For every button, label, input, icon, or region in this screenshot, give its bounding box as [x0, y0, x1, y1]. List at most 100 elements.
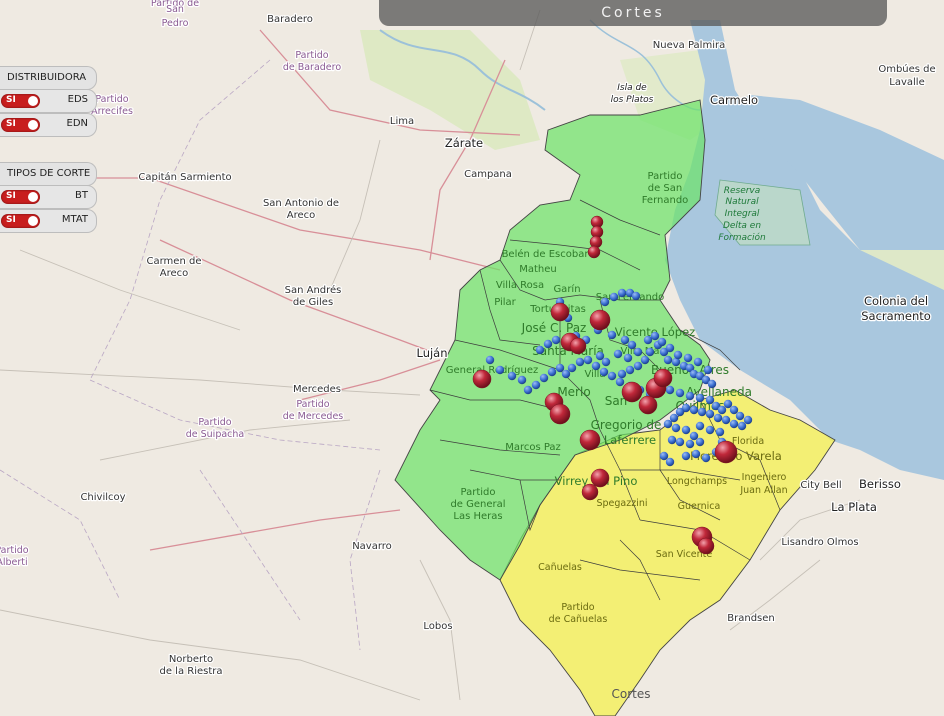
bt-cut-marker[interactable]	[617, 369, 627, 379]
bt-cut-marker[interactable]	[721, 415, 731, 425]
toggle-mtat[interactable]: SI	[1, 214, 40, 228]
bt-cut-marker[interactable]	[600, 297, 610, 307]
bt-cut-marker[interactable]	[689, 405, 699, 415]
bt-cut-marker[interactable]	[715, 427, 725, 437]
bt-cut-marker[interactable]	[547, 367, 557, 377]
bt-cut-marker[interactable]	[683, 353, 693, 363]
bt-cut-marker[interactable]	[561, 369, 571, 379]
filter-row-mtat[interactable]: SI MTAT	[0, 209, 97, 233]
bt-cut-marker[interactable]	[613, 349, 623, 359]
bt-cut-marker[interactable]	[705, 425, 715, 435]
bt-cut-marker[interactable]	[595, 351, 605, 361]
bt-cut-marker[interactable]	[697, 407, 707, 417]
bt-cut-marker[interactable]	[743, 415, 753, 425]
bt-cut-marker[interactable]	[543, 339, 553, 349]
bt-cut-marker[interactable]	[685, 439, 695, 449]
bt-cut-marker[interactable]	[601, 357, 611, 367]
bt-cut-marker[interactable]	[485, 355, 495, 365]
mtat-cut-marker[interactable]	[549, 403, 571, 425]
bt-cut-marker[interactable]	[631, 291, 641, 301]
bt-cut-marker[interactable]	[599, 367, 609, 377]
title-bar[interactable]: Cortes	[379, 0, 887, 26]
toggle-eds[interactable]: SI	[1, 94, 40, 108]
bt-cut-marker[interactable]	[703, 365, 713, 375]
bt-cut-marker[interactable]	[685, 391, 695, 401]
bt-cut-marker[interactable]	[495, 365, 505, 375]
bt-cut-marker[interactable]	[693, 357, 703, 367]
bt-cut-marker[interactable]	[695, 437, 705, 447]
mtat-cut-marker[interactable]	[581, 483, 599, 501]
mtat-cut-marker[interactable]	[472, 369, 492, 389]
mtat-cut-marker[interactable]	[621, 381, 643, 403]
bt-cut-marker[interactable]	[701, 453, 711, 463]
bt-cut-marker[interactable]	[695, 393, 705, 403]
bt-cut-marker[interactable]	[665, 385, 675, 395]
filter-row-edn[interactable]: SI EDN	[0, 113, 97, 137]
bt-cut-marker[interactable]	[735, 411, 745, 421]
mtat-cut-marker[interactable]	[550, 302, 570, 322]
bt-cut-marker[interactable]	[681, 425, 691, 435]
bt-cut-marker[interactable]	[681, 451, 691, 461]
bt-cut-marker[interactable]	[665, 343, 675, 353]
bt-cut-marker[interactable]	[713, 413, 723, 423]
mtat-cut-marker[interactable]	[587, 245, 601, 259]
toggle-bt[interactable]: SI	[1, 190, 40, 204]
bt-cut-marker[interactable]	[671, 423, 681, 433]
mtat-cut-marker[interactable]	[590, 468, 610, 488]
bt-cut-marker[interactable]	[717, 405, 727, 415]
bt-cut-marker[interactable]	[575, 357, 585, 367]
bt-cut-marker[interactable]	[567, 363, 577, 373]
bt-cut-marker[interactable]	[645, 347, 655, 357]
bt-cut-marker[interactable]	[591, 361, 601, 371]
bt-cut-marker[interactable]	[555, 363, 565, 373]
bt-cut-marker[interactable]	[663, 419, 673, 429]
bt-cut-marker[interactable]	[675, 437, 685, 447]
bt-cut-marker[interactable]	[659, 451, 669, 461]
bt-cut-marker[interactable]	[625, 365, 635, 375]
mtat-cut-marker[interactable]	[638, 395, 658, 415]
bt-cut-marker[interactable]	[705, 409, 715, 419]
bt-cut-marker[interactable]	[523, 385, 533, 395]
bt-cut-marker[interactable]	[609, 292, 619, 302]
bt-cut-marker[interactable]	[707, 379, 717, 389]
bt-cut-marker[interactable]	[689, 431, 699, 441]
map-canvas[interactable]: Partido de San Pedro Baradero Partido de…	[0, 0, 944, 716]
bt-cut-marker[interactable]	[607, 371, 617, 381]
bt-cut-marker[interactable]	[657, 337, 667, 347]
bt-cut-marker[interactable]	[737, 421, 747, 431]
bt-cut-marker[interactable]	[517, 375, 527, 385]
bt-cut-marker[interactable]	[607, 330, 617, 340]
bt-cut-marker[interactable]	[507, 371, 517, 381]
bt-cut-marker[interactable]	[673, 350, 683, 360]
bt-cut-marker[interactable]	[729, 419, 739, 429]
bt-cut-marker[interactable]	[667, 435, 677, 445]
bt-cut-marker[interactable]	[675, 388, 685, 398]
bt-cut-marker[interactable]	[691, 449, 701, 459]
bt-cut-marker[interactable]	[633, 347, 643, 357]
mtat-cut-marker[interactable]	[569, 337, 587, 355]
bt-cut-marker[interactable]	[583, 355, 593, 365]
bt-cut-marker[interactable]	[675, 407, 685, 417]
mtat-cut-marker[interactable]	[714, 440, 738, 464]
bt-cut-marker[interactable]	[669, 413, 679, 423]
mtat-cut-marker[interactable]	[589, 309, 611, 331]
bt-cut-marker[interactable]	[551, 335, 561, 345]
bt-cut-marker[interactable]	[623, 353, 633, 363]
bt-cut-marker[interactable]	[650, 331, 660, 341]
toggle-edn[interactable]: SI	[1, 118, 40, 132]
bt-cut-marker[interactable]	[633, 361, 643, 371]
bt-cut-marker[interactable]	[615, 377, 625, 387]
filter-row-eds[interactable]: SI EDS	[0, 89, 97, 113]
bt-cut-marker[interactable]	[620, 335, 630, 345]
bt-cut-marker[interactable]	[535, 345, 545, 355]
filter-row-bt[interactable]: SI BT	[0, 185, 97, 209]
mtat-cut-marker[interactable]	[653, 368, 673, 388]
bt-cut-marker[interactable]	[723, 399, 733, 409]
mtat-cut-marker[interactable]	[579, 429, 601, 451]
bt-cut-marker[interactable]	[627, 340, 637, 350]
bt-cut-marker[interactable]	[695, 421, 705, 431]
bt-cut-marker[interactable]	[640, 355, 650, 365]
bt-cut-marker[interactable]	[539, 373, 549, 383]
bt-cut-marker[interactable]	[617, 288, 627, 298]
bt-cut-marker[interactable]	[665, 457, 675, 467]
